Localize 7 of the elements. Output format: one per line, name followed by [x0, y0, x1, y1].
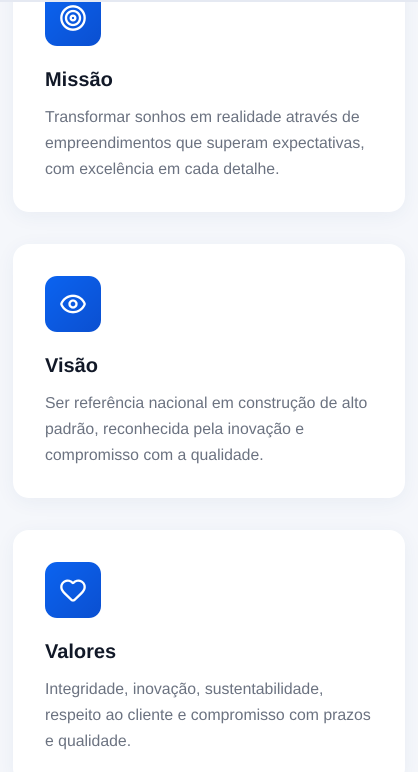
card-description: Integridade, inovação, sustentabilidade, respeito ao cliente e compromisso com prazos e qualidade. — [45, 680, 372, 752]
card-description: Ser referência nacional em construção de alto padrão, reconhecida pela inovação e compromisso com a qualidade. — [45, 394, 368, 466]
card-title: Missão — [45, 68, 114, 93]
card-description: Transformar sonhos em realidade através de empreendimentos que superam expectativas, com excelência em cada detalhe. — [45, 108, 366, 180]
target-icon — [59, 4, 87, 32]
card-title: Valores — [45, 640, 118, 665]
card-title: Visão — [45, 354, 99, 379]
